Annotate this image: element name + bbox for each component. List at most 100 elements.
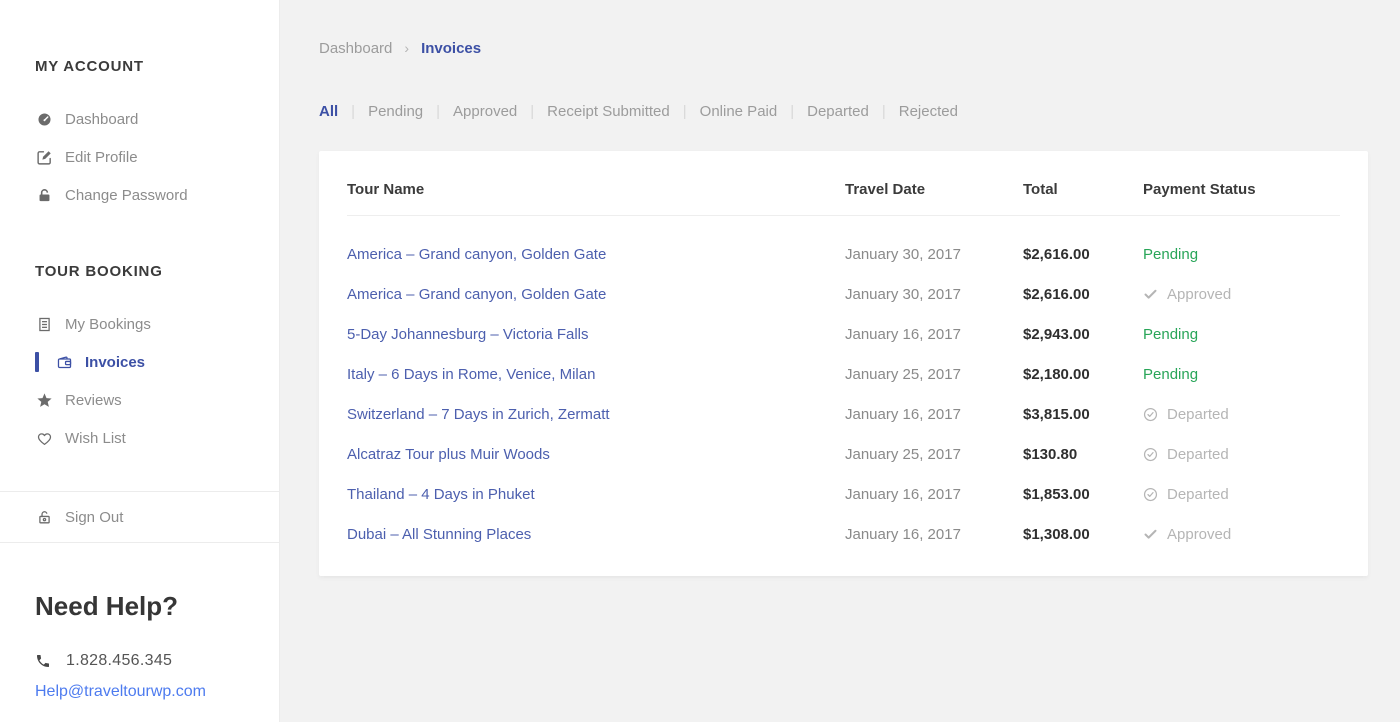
- tour-name-link[interactable]: Alcatraz Tour plus Muir Woods: [347, 446, 845, 463]
- tour-name-link[interactable]: Dubai – All Stunning Places: [347, 526, 845, 543]
- sidebar-item-label: Reviews: [65, 392, 122, 409]
- filter-pending[interactable]: Pending: [368, 103, 423, 120]
- sidebar-item-label: Sign Out: [65, 509, 123, 526]
- table-row: America – Grand canyon, Golden Gate Janu…: [347, 234, 1340, 274]
- payment-status: Pending: [1143, 326, 1340, 343]
- payment-status: Departed: [1143, 446, 1340, 463]
- table-row: 5-Day Johannesburg – Victoria Falls Janu…: [347, 314, 1340, 354]
- payment-status: Departed: [1143, 406, 1340, 423]
- check-icon: [1143, 287, 1158, 302]
- travel-date: January 16, 2017: [845, 486, 1023, 503]
- filter-approved[interactable]: Approved: [453, 103, 517, 120]
- filter-departed[interactable]: Departed: [807, 103, 869, 120]
- col-header-payment-status: Payment Status: [1143, 181, 1340, 198]
- total-amount: $1,853.00: [1023, 486, 1143, 503]
- travel-date: January 25, 2017: [845, 446, 1023, 463]
- my-account-nav: Dashboard Edit Profile Change Password: [0, 100, 279, 214]
- col-header-total: Total: [1023, 181, 1143, 198]
- travel-date: January 16, 2017: [845, 526, 1023, 543]
- main-content: Dashboard › Invoices All | Pending | Approved |…: [280, 0, 1400, 722]
- tour-name-link[interactable]: Thailand – 4 Days in Phuket: [347, 486, 845, 503]
- account-dashboard-page: MY ACCOUNT Dashboard Edit Profile Change…: [0, 0, 1400, 722]
- sidebar: MY ACCOUNT Dashboard Edit Profile Change…: [0, 0, 280, 722]
- travel-date: January 16, 2017: [845, 326, 1023, 343]
- payment-status-label: Pending: [1143, 246, 1198, 263]
- tour-name-link[interactable]: America – Grand canyon, Golden Gate: [347, 246, 845, 263]
- sidebar-item-invoices[interactable]: Invoices: [0, 343, 279, 381]
- phone-icon: [35, 653, 52, 670]
- filter-separator: |: [436, 103, 440, 120]
- total-amount: $1,308.00: [1023, 526, 1143, 543]
- breadcrumb-separator-icon: ›: [404, 40, 409, 56]
- lock-icon: [35, 186, 53, 204]
- sidebar-item-change-password[interactable]: Change Password: [0, 176, 279, 214]
- need-help-title: Need Help?: [35, 591, 279, 622]
- section-title-my-account: MY ACCOUNT: [35, 58, 279, 75]
- payment-status-label: Approved: [1167, 526, 1231, 543]
- payment-status-label: Pending: [1143, 366, 1198, 383]
- table-row: Alcatraz Tour plus Muir Woods January 25…: [347, 434, 1340, 474]
- total-amount: $2,180.00: [1023, 366, 1143, 383]
- table-row: Dubai – All Stunning Places January 16, …: [347, 514, 1340, 554]
- travel-date: January 25, 2017: [845, 366, 1023, 383]
- filter-rejected[interactable]: Rejected: [899, 103, 958, 120]
- tour-name-link[interactable]: 5-Day Johannesburg – Victoria Falls: [347, 326, 845, 343]
- payment-status: Pending: [1143, 246, 1340, 263]
- breadcrumb-dashboard-link[interactable]: Dashboard: [319, 40, 392, 57]
- filter-receipt-submitted[interactable]: Receipt Submitted: [547, 103, 670, 120]
- circle-check-icon: [1143, 447, 1158, 462]
- sidebar-item-my-bookings[interactable]: My Bookings: [0, 305, 279, 343]
- sidebar-item-label: My Bookings: [65, 316, 151, 333]
- filter-separator: |: [683, 103, 687, 120]
- payment-status-label: Departed: [1167, 406, 1229, 423]
- sidebar-item-label: Invoices: [85, 354, 145, 371]
- circle-check-icon: [1143, 407, 1158, 422]
- tour-name-link[interactable]: Italy – 6 Days in Rome, Venice, Milan: [347, 366, 845, 383]
- section-title-tour-booking: TOUR BOOKING: [35, 263, 279, 280]
- payment-status: Approved: [1143, 286, 1340, 303]
- circle-check-icon: [1143, 487, 1158, 502]
- table-header-row: Tour Name Travel Date Total Payment Stat…: [347, 151, 1340, 216]
- payment-status: Pending: [1143, 366, 1340, 383]
- sidebar-item-label: Dashboard: [65, 111, 138, 128]
- dashboard-icon: [35, 110, 53, 128]
- total-amount: $2,616.00: [1023, 286, 1143, 303]
- payment-status: Departed: [1143, 486, 1340, 503]
- filter-all[interactable]: All: [319, 103, 338, 120]
- filter-online-paid[interactable]: Online Paid: [700, 103, 778, 120]
- filter-separator: |: [882, 103, 886, 120]
- table-row: America – Grand canyon, Golden Gate Janu…: [347, 274, 1340, 314]
- payment-status-label: Pending: [1143, 326, 1198, 343]
- help-phone-number: 1.828.456.345: [66, 652, 172, 670]
- edit-icon: [35, 148, 53, 166]
- sidebar-item-label: Edit Profile: [65, 149, 138, 166]
- payment-status: Approved: [1143, 526, 1340, 543]
- tour-name-link[interactable]: America – Grand canyon, Golden Gate: [347, 286, 845, 303]
- sidebar-item-reviews[interactable]: Reviews: [0, 381, 279, 419]
- travel-date: January 30, 2017: [845, 286, 1023, 303]
- sidebar-item-dashboard[interactable]: Dashboard: [0, 100, 279, 138]
- sidebar-item-label: Wish List: [65, 430, 126, 447]
- payment-status-label: Approved: [1167, 286, 1231, 303]
- travel-date: January 16, 2017: [845, 406, 1023, 423]
- total-amount: $2,616.00: [1023, 246, 1143, 263]
- sidebar-item-edit-profile[interactable]: Edit Profile: [0, 138, 279, 176]
- table-row: Italy – 6 Days in Rome, Venice, Milan Ja…: [347, 354, 1340, 394]
- table-row: Switzerland – 7 Days in Zurich, Zermatt …: [347, 394, 1340, 434]
- breadcrumb-current-page: Invoices: [421, 40, 481, 57]
- sidebar-item-sign-out[interactable]: Sign Out: [0, 492, 279, 542]
- travel-date: January 30, 2017: [845, 246, 1023, 263]
- tour-booking-nav: My Bookings Invoices Reviews Wish List: [0, 305, 279, 457]
- filter-separator: |: [351, 103, 355, 120]
- payment-status-label: Departed: [1167, 446, 1229, 463]
- col-header-tour-name: Tour Name: [347, 181, 845, 198]
- help-email-link[interactable]: Help@traveltourwp.com: [35, 683, 206, 701]
- tour-name-link[interactable]: Switzerland – 7 Days in Zurich, Zermatt: [347, 406, 845, 423]
- sidebar-item-wish-list[interactable]: Wish List: [0, 419, 279, 457]
- check-icon: [1143, 527, 1158, 542]
- invoice-status-filters: All | Pending | Approved | Receipt Submitted | O…: [319, 103, 1400, 120]
- bookings-icon: [35, 315, 53, 333]
- col-header-travel-date: Travel Date: [845, 181, 1023, 198]
- active-indicator-bar: [35, 352, 39, 372]
- total-amount: $2,943.00: [1023, 326, 1143, 343]
